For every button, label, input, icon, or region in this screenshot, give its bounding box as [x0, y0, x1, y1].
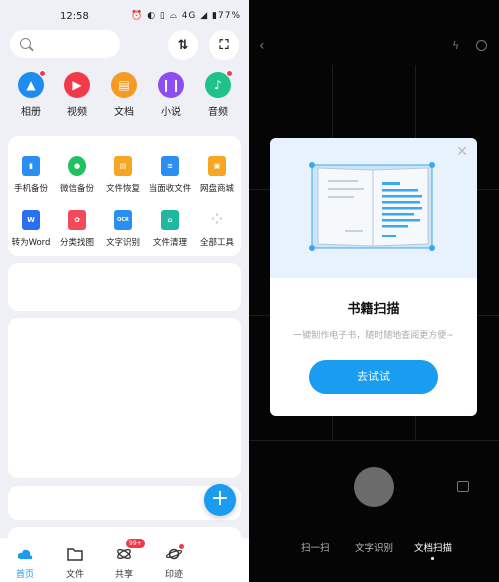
category-label: 相册 — [21, 107, 41, 118]
search-icon — [20, 38, 31, 49]
tool-store[interactable]: ▣ 网盘商城 — [194, 156, 240, 194]
category-documents[interactable]: ▤ 文档 — [101, 72, 147, 118]
dialog-title: 书籍扫描 — [347, 302, 400, 317]
transfer-button[interactable]: ⇅ — [168, 30, 198, 60]
category-label: 音频 — [208, 107, 228, 118]
home-cloud-icon — [17, 546, 33, 562]
category-photos[interactable]: ▲ 相册 — [8, 70, 54, 118]
tab-label: 印迹 — [164, 570, 183, 580]
image-search-icon: ✿ — [68, 210, 86, 230]
camera-mode-selector: 扫一扫 文字识别 文档扫描 — [249, 540, 499, 560]
notification-dot — [226, 70, 233, 77]
tool-label: 全部工具 — [199, 238, 234, 248]
photos-icon: ▲ — [18, 70, 46, 98]
tool-to-word[interactable]: W 转为Word — [8, 210, 54, 248]
scanner-screen: ‹ ϟ ✕ 书籍扫描 一键制作电子书，随时随地查阅更方便~ 去试试 扫一扫 文字… — [249, 0, 499, 582]
tab-share[interactable]: 99+ 共享 — [104, 539, 145, 580]
notification-dot — [178, 543, 185, 550]
folder-icon — [67, 546, 83, 562]
category-videos[interactable]: ▶ 视频 — [54, 72, 100, 118]
tab-traces[interactable]: 印迹 — [154, 543, 194, 580]
tool-file-cleanup[interactable]: ⌂ 文件清理 — [147, 210, 193, 248]
status-bar: 12:58 ⏰ ◐ ▯ ⌓ 4G ◢ ▮77% — [0, 0, 249, 32]
grid-icon: ⁘ — [211, 212, 223, 228]
category-novels[interactable]: ❙❙ 小说 — [148, 72, 194, 118]
tab-files[interactable]: 文件 — [55, 546, 95, 580]
tool-label: 分类找图 — [59, 238, 94, 248]
tool-label: 手机备份 — [13, 184, 48, 194]
video-icon: ▶ — [64, 72, 90, 98]
tab-home[interactable]: 首页 — [5, 546, 45, 580]
word-icon: W — [22, 210, 40, 230]
back-icon[interactable]: ‹ — [259, 38, 265, 54]
tab-label: 文件 — [65, 570, 84, 580]
tool-file-recovery[interactable]: ▤ 文件恢复 — [100, 156, 146, 194]
status-time: 12:58 — [60, 11, 89, 22]
file-recovery-icon: ▤ — [114, 156, 132, 176]
active-mode-indicator — [431, 557, 434, 560]
category-shortcuts: ▲ 相册 ▶ 视频 ▤ 文档 ❙❙ 小说 ♪ 音频 — [0, 70, 249, 122]
book-illustration — [270, 138, 477, 278]
mode-ocr[interactable]: 文字识别 — [355, 540, 393, 554]
tool-label: 文字识别 — [105, 238, 140, 248]
notification-dot — [39, 70, 46, 77]
tab-label: 共享 — [114, 570, 133, 580]
mode-document-scan[interactable]: 文档扫描 — [414, 540, 452, 554]
tool-label: 文件恢复 — [105, 184, 140, 194]
tools-card: ▮ 手机备份 ● 微信备份 ▤ 文件恢复 ≡ 当面收文件 ▣ 网盘商城 W 转为… — [8, 136, 241, 256]
tool-label: 转为Word — [11, 238, 51, 248]
tool-face-to-face[interactable]: ≡ 当面收文件 — [147, 156, 193, 194]
cleanup-icon: ⌂ — [161, 210, 179, 230]
camera-grid-line — [249, 440, 499, 441]
bottom-tab-bar: 首页 文件 99+ 共享 印迹 — [0, 538, 249, 582]
receive-file-icon: ≡ — [161, 156, 179, 176]
mode-scan[interactable]: 扫一扫 — [301, 540, 330, 554]
status-icons: ⏰ ◐ ▯ ⌓ 4G ◢ ▮77% — [131, 11, 241, 21]
share-badge: 99+ — [126, 539, 145, 548]
content-card-2 — [8, 318, 241, 478]
book-scan-dialog: ✕ 书籍扫描 一键制作电子书，随时随地查阅更方便~ 去试试 — [270, 138, 477, 416]
content-card-1 — [8, 263, 241, 311]
category-label: 小说 — [161, 107, 181, 118]
search-input[interactable] — [10, 30, 120, 58]
history-icon[interactable] — [476, 40, 487, 51]
tab-label: 首页 — [15, 570, 34, 580]
flash-off-icon[interactable]: ϟ — [452, 39, 459, 52]
tool-ocr[interactable]: OCR 文字识别 — [100, 210, 146, 248]
plus-icon: + — [210, 486, 230, 511]
transfer-icon: ⇅ — [177, 37, 189, 53]
category-audio[interactable]: ♪ 音频 — [195, 70, 241, 118]
add-button[interactable]: + — [204, 484, 236, 516]
shutter-button[interactable] — [354, 467, 394, 507]
gallery-icon[interactable] — [457, 481, 469, 492]
tool-label: 网盘商城 — [199, 184, 234, 194]
ocr-icon: OCR — [114, 210, 132, 230]
store-icon: ▣ — [208, 156, 226, 176]
home-screen: 12:58 ⏰ ◐ ▯ ⌓ 4G ◢ ▮77% ⇅ ⛶ ▲ 相册 ▶ 视频 ▤ … — [0, 0, 249, 582]
scan-button[interactable]: ⛶ — [209, 30, 239, 60]
planet-icon — [165, 543, 185, 562]
tool-label: 文件清理 — [152, 238, 187, 248]
document-icon: ▤ — [111, 72, 137, 98]
dialog-subtitle: 一键制作电子书，随时随地查阅更方便~ — [293, 331, 454, 341]
close-icon[interactable]: ✕ — [456, 144, 468, 160]
music-icon: ♪ — [205, 70, 233, 98]
tool-find-images[interactable]: ✿ 分类找图 — [54, 210, 100, 248]
tool-phone-backup[interactable]: ▮ 手机备份 — [8, 156, 54, 194]
share-atom-icon: 99+ — [116, 539, 145, 562]
scan-icon: ⛶ — [219, 37, 229, 53]
phone-icon: ▮ — [22, 156, 40, 176]
category-label: 文档 — [114, 107, 134, 118]
tool-wechat-backup[interactable]: ● 微信备份 — [54, 156, 100, 194]
tool-label: 微信备份 — [59, 184, 94, 194]
tool-all-tools[interactable]: ⁘ 全部工具 — [194, 210, 240, 248]
book-icon: ❙❙ — [158, 72, 184, 98]
tool-label: 当面收文件 — [148, 184, 192, 194]
category-label: 视频 — [67, 107, 87, 118]
wechat-icon: ● — [68, 156, 86, 176]
try-it-button[interactable]: 去试试 — [309, 360, 438, 394]
